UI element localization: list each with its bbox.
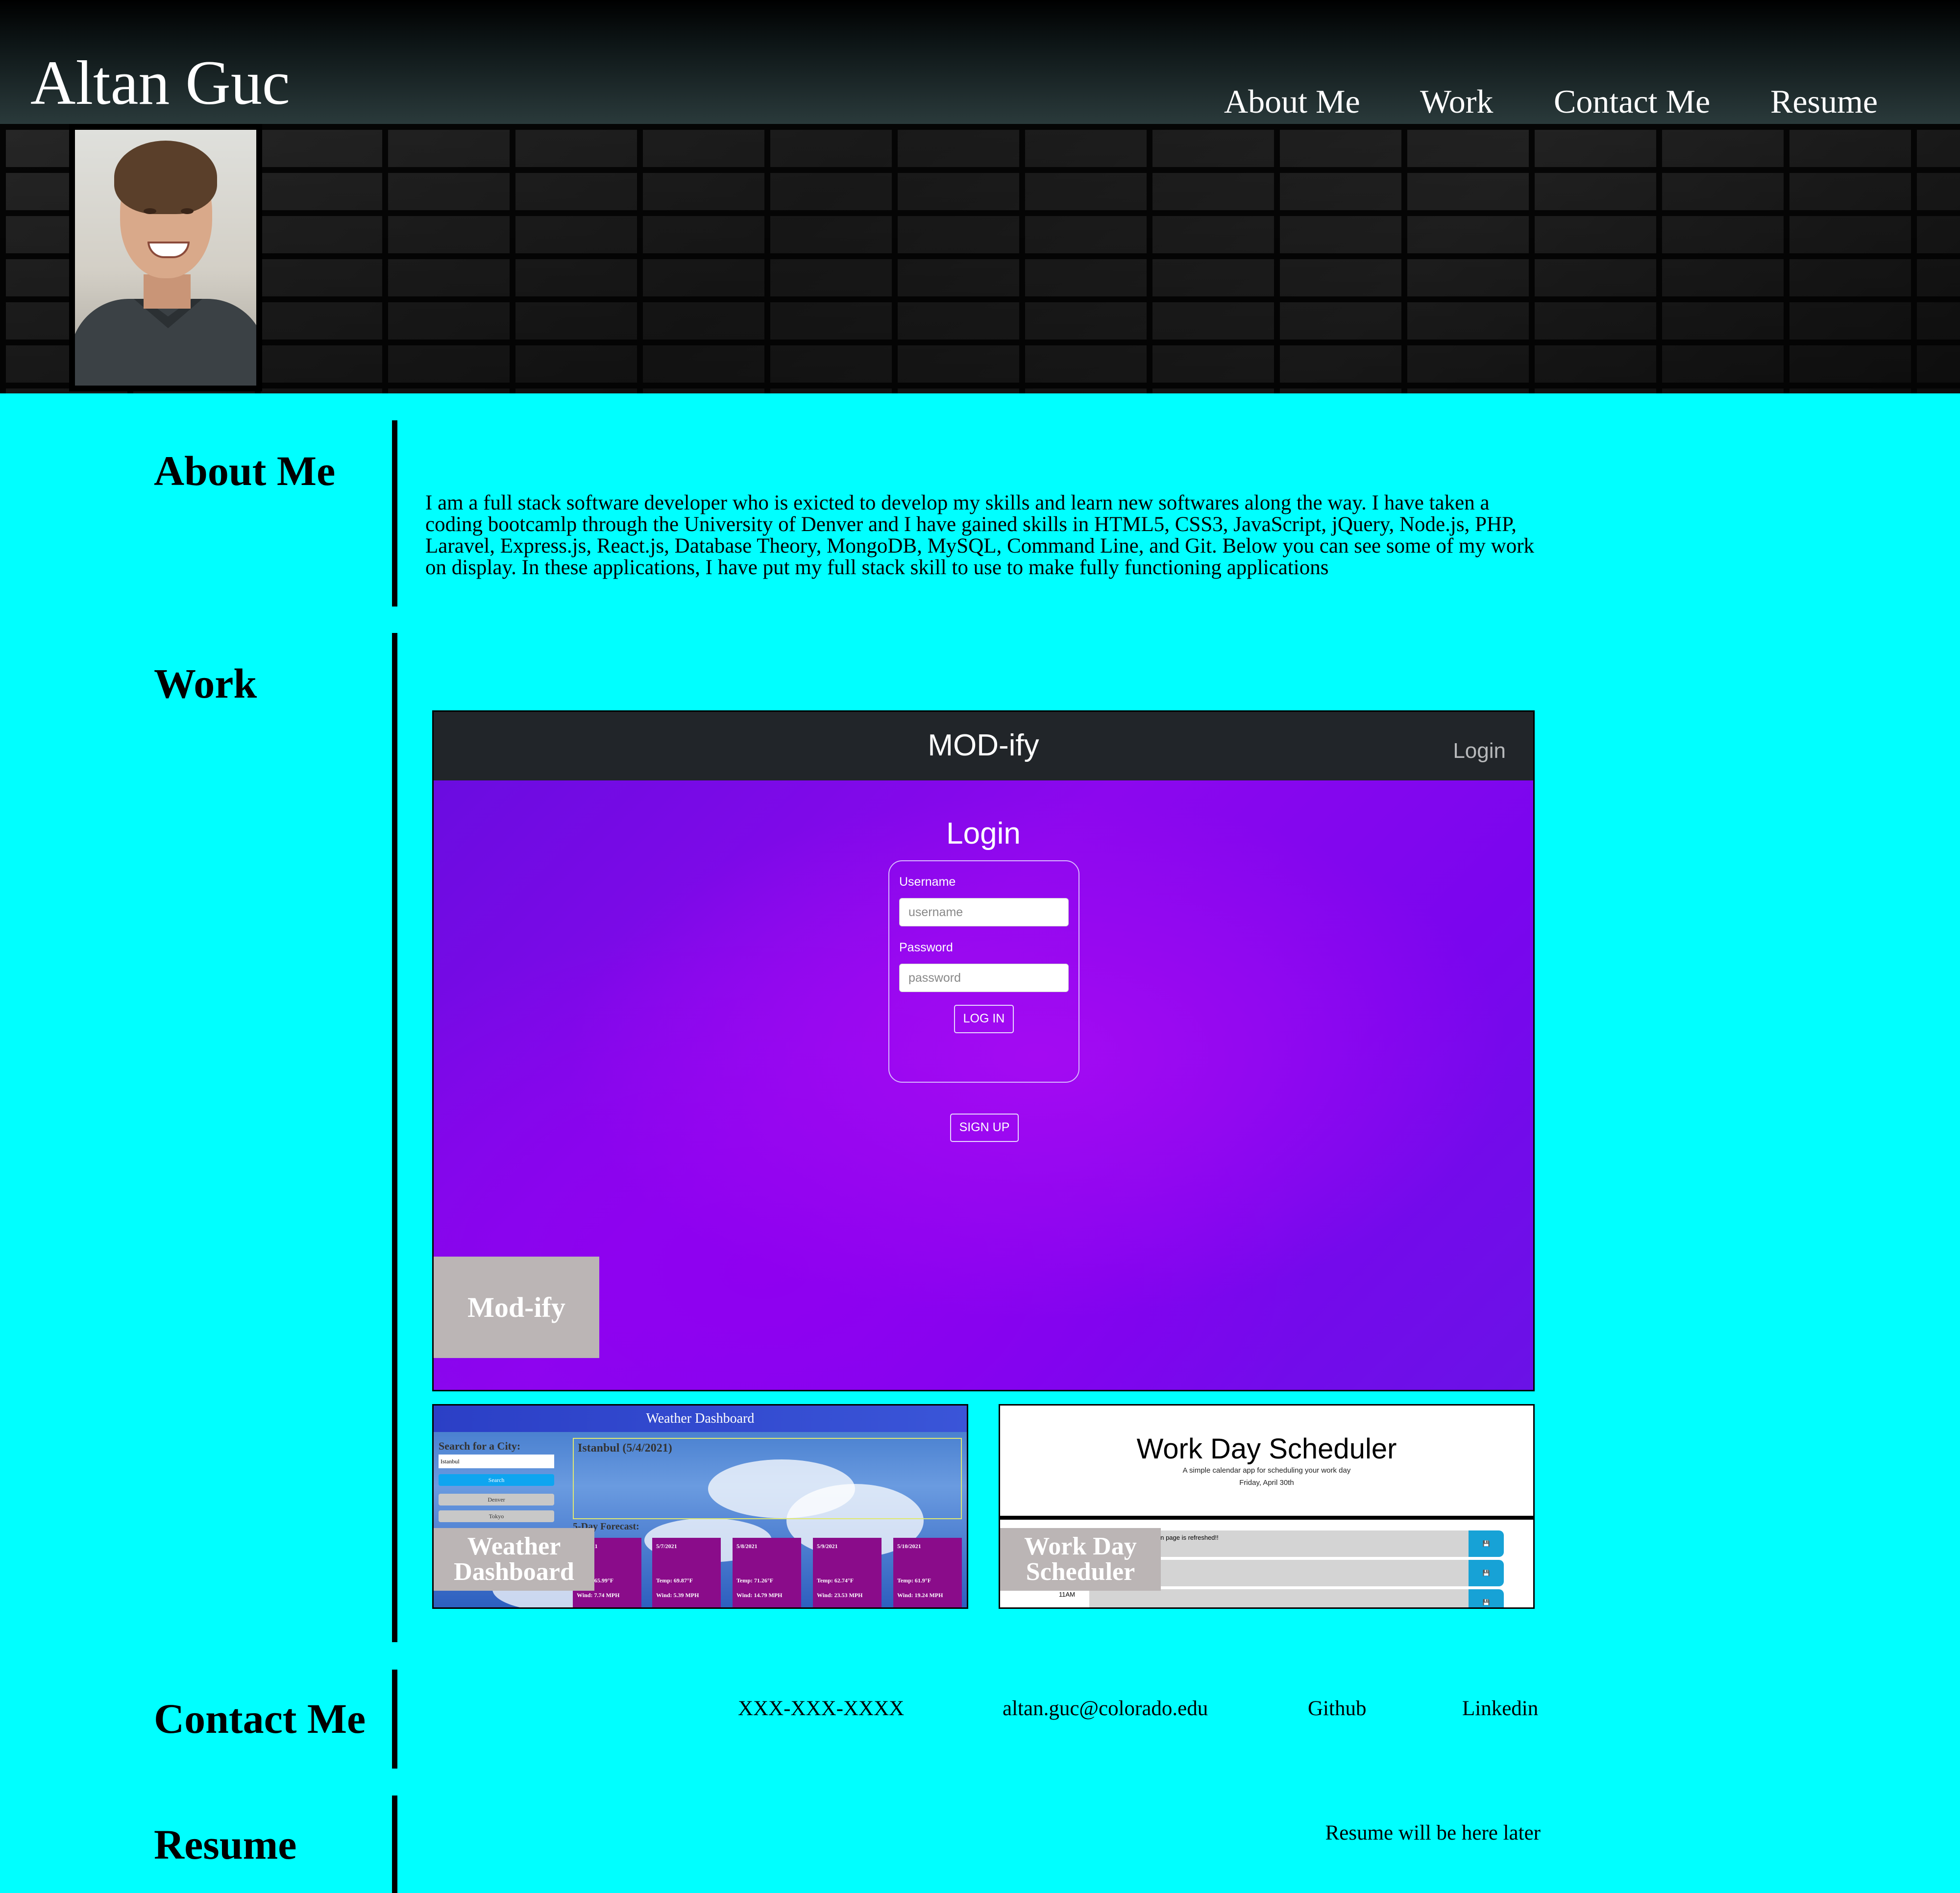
weather-search-button: Search — [439, 1474, 554, 1486]
work-heading: Work — [154, 660, 257, 707]
weather-forecast-card: 5/10/2021 Temp: 61.9°F Wind: 19.24 MPH — [893, 1538, 962, 1607]
resume-divider — [392, 1796, 397, 1893]
forecast-wind: Wind: 7.74 MPH — [577, 1592, 620, 1599]
brick-wall-banner — [0, 124, 1960, 393]
nav-link-contact-me[interactable]: Contact Me — [1554, 85, 1710, 118]
project-card-weather-dashboard[interactable]: Weather Dashboard Search for a City: Ist… — [432, 1404, 968, 1609]
nav-link-about-me[interactable]: About Me — [1224, 85, 1360, 118]
weather-search-input: Istanbul — [439, 1455, 554, 1468]
scheduler-date: Friday, April 30th — [1239, 1479, 1294, 1487]
contact-phone: XXX-XXX-XXXX — [738, 1697, 905, 1720]
modify-password-input: password — [899, 964, 1069, 992]
weather-forecast-card: 5/7/2021 Temp: 69.87°F Wind: 5.39 MPH — [652, 1538, 721, 1607]
modify-signup-button: SIGN UP — [950, 1114, 1019, 1142]
main-nav: About Me Work Contact Me Resume — [0, 85, 1960, 124]
forecast-wind: Wind: 5.39 MPH — [656, 1592, 699, 1599]
resume-heading: Resume — [154, 1821, 297, 1868]
scheduler-hour: 11AM — [1059, 1591, 1075, 1598]
modify-brand: MOD-ify — [928, 728, 1039, 762]
weather-history-denver: Denver — [439, 1494, 554, 1505]
weather-forecast-card: 5/8/2021 Temp: 71.26°F Wind: 14.79 MPH — [733, 1538, 801, 1607]
forecast-temp: Temp: 71.26°F — [736, 1577, 774, 1584]
project-label-work-day-scheduler[interactable]: Work Day Scheduler — [1000, 1528, 1161, 1591]
photo-hair — [114, 141, 217, 214]
forecast-date: 5/7/2021 — [656, 1543, 677, 1550]
forecast-wind: Wind: 23.53 MPH — [817, 1592, 863, 1599]
about-divider — [392, 420, 397, 607]
about-me-heading: About Me — [154, 447, 336, 494]
forecast-date: 5/10/2021 — [897, 1543, 921, 1550]
modify-form-title: Login — [946, 817, 1021, 850]
save-icon: 💾 — [1469, 1589, 1504, 1607]
contact-email-link[interactable]: altan.guc@colorado.edu — [1003, 1698, 1208, 1719]
modify-username-label: Username — [899, 875, 956, 889]
forecast-wind: Wind: 19.24 MPH — [897, 1592, 943, 1599]
project-label-weather-dashboard[interactable]: Weather Dashboard — [434, 1528, 594, 1591]
weather-header: Weather Dashboard — [434, 1406, 967, 1432]
modify-navbar: MOD-ify Login — [434, 712, 1533, 780]
modify-login-button: LOG IN — [954, 1005, 1014, 1033]
weather-search-label: Search for a City: — [439, 1440, 521, 1452]
site-header: Altan Guc About Me Work Contact Me Resum… — [0, 0, 1960, 124]
project-card-modify[interactable]: MOD-ify Login Login Username username Pa… — [432, 710, 1535, 1391]
modify-login-link: Login — [1453, 739, 1506, 763]
scheduler-divider — [1000, 1516, 1533, 1520]
weather-current-box: Istanbul (5/4/2021) — [573, 1438, 962, 1519]
project-card-work-day-scheduler[interactable]: Work Day Scheduler A simple calendar app… — [999, 1404, 1535, 1609]
contact-github-link[interactable]: Github — [1308, 1698, 1366, 1719]
forecast-date: 5/8/2021 — [736, 1543, 758, 1550]
nav-link-resume[interactable]: Resume — [1770, 85, 1878, 118]
about-me-text: I am a full stack software developer who… — [425, 491, 1535, 579]
forecast-temp: Temp: 69.87°F — [656, 1577, 693, 1584]
photo-neck — [144, 274, 191, 309]
scheduler-title: Work Day Scheduler — [1136, 1433, 1397, 1465]
photo-shirt — [75, 299, 256, 386]
contact-divider — [392, 1670, 397, 1769]
forecast-temp: Temp: 62.74°F — [817, 1577, 854, 1584]
weather-forecast-card: 5/9/2021 Temp: 62.74°F Wind: 23.53 MPH — [813, 1538, 882, 1607]
modify-login-box: Username username Password password LOG … — [888, 860, 1079, 1083]
scheduler-subtitle: A simple calendar app for scheduling you… — [1182, 1466, 1351, 1475]
photo-eye-left — [144, 208, 156, 214]
weather-history-tokyo: Tokyo — [439, 1510, 554, 1522]
contact-me-heading: Contact Me — [154, 1695, 366, 1742]
save-icon: 💾 — [1469, 1560, 1504, 1586]
save-icon: 💾 — [1469, 1530, 1504, 1557]
photo-eye-right — [181, 208, 194, 214]
profile-photo — [75, 130, 256, 386]
resume-placeholder-text: Resume will be here later — [1325, 1821, 1541, 1844]
forecast-date: 5/9/2021 — [817, 1543, 838, 1550]
modify-password-label: Password — [899, 941, 953, 954]
project-label-modify[interactable]: Mod-ify — [434, 1257, 599, 1358]
profile-photo-frame — [69, 124, 262, 391]
weather-current-title: Istanbul (5/4/2021) — [578, 1442, 672, 1455]
forecast-wind: Wind: 14.79 MPH — [736, 1592, 783, 1599]
nav-link-work[interactable]: Work — [1420, 85, 1493, 118]
forecast-temp: Temp: 61.9°F — [897, 1577, 931, 1584]
scheduler-row-note: en page is refreshed!! — [1157, 1534, 1219, 1541]
work-divider — [392, 633, 397, 1642]
contact-linkedin-link[interactable]: Linkedin — [1462, 1698, 1538, 1719]
modify-username-input: username — [899, 898, 1069, 926]
scheduler-row — [1089, 1589, 1469, 1607]
